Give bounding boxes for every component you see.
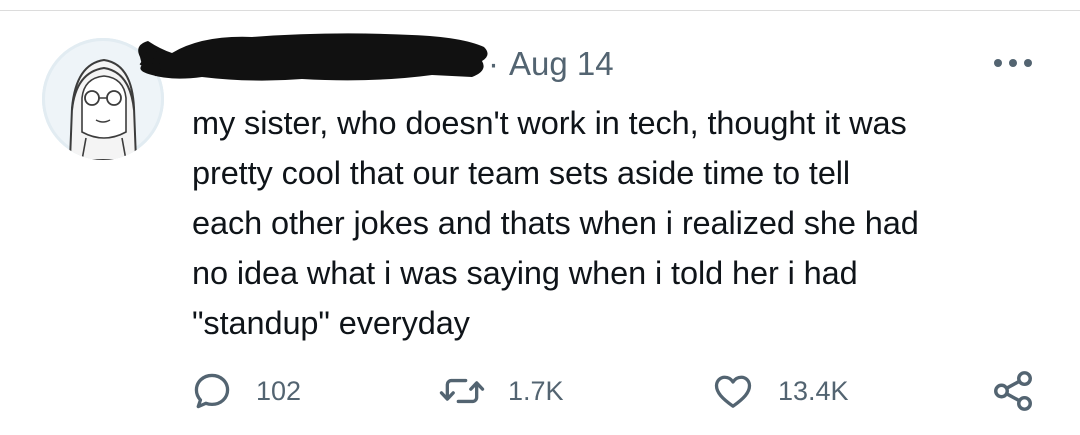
reply-button[interactable]: 102	[190, 365, 301, 417]
retweet-icon	[438, 369, 486, 413]
like-button[interactable]: 13.4K	[710, 365, 849, 417]
like-count: 13.4K	[778, 375, 849, 406]
redacted-name	[132, 27, 492, 91]
share-icon	[990, 368, 1036, 414]
retweet-count: 1.7K	[508, 375, 564, 406]
more-options-button[interactable]	[988, 46, 1038, 80]
tweet-date[interactable]: Aug 14	[509, 45, 614, 83]
heart-icon	[710, 369, 756, 413]
more-icon	[994, 59, 1032, 67]
top-divider	[0, 10, 1080, 11]
reply-icon	[190, 369, 234, 413]
reply-count: 102	[256, 375, 302, 406]
retweet-button[interactable]: 1.7K	[438, 365, 564, 417]
tweet-meta: · Aug 14	[488, 44, 614, 84]
separator-dot: ·	[488, 45, 499, 82]
action-bar: 102 1.7K 13.4K	[0, 365, 1080, 417]
share-button[interactable]	[990, 365, 1036, 417]
tweet-text: my sister, who doesn't work in tech, tho…	[192, 105, 919, 341]
